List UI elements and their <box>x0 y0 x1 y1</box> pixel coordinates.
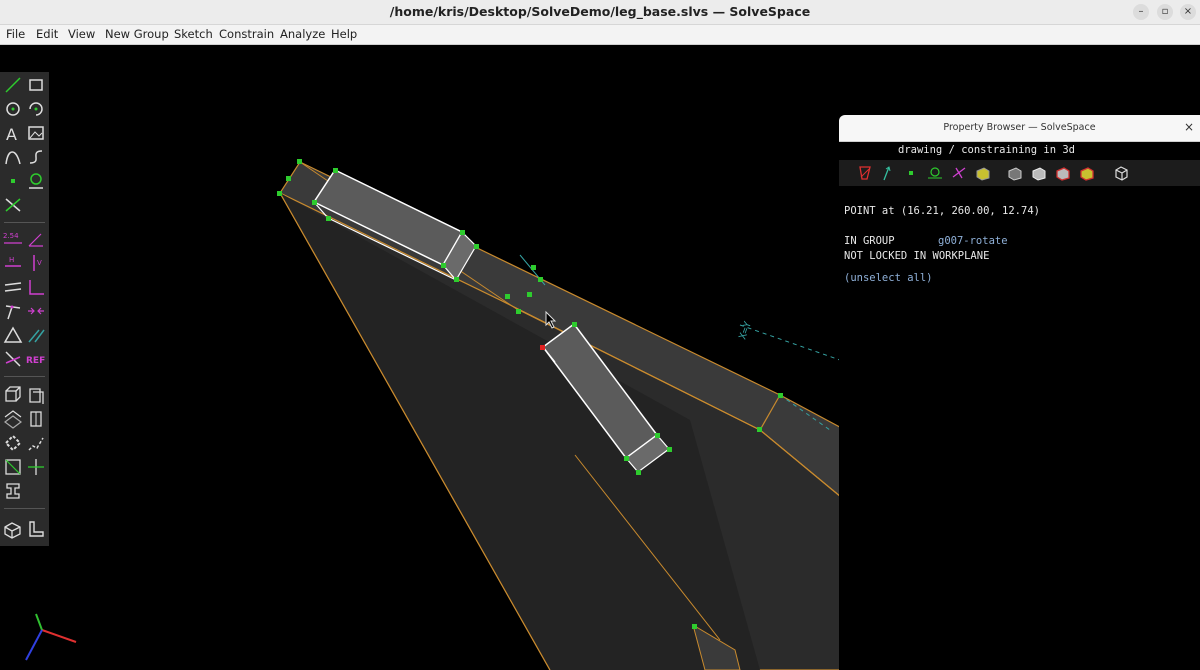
mesh-icon[interactable] <box>1055 165 1071 181</box>
workplane-icon[interactable] <box>25 170 47 192</box>
menu-view[interactable]: View <box>68 27 95 41</box>
assemble-icon[interactable] <box>2 480 24 502</box>
maximize-button[interactable]: ▫ <box>1157 4 1173 20</box>
construction-line-2 <box>739 324 841 361</box>
arc-icon[interactable] <box>25 98 47 120</box>
constraint-label-xy: X=Y <box>737 320 754 341</box>
distance-constraint-icon[interactable]: 2.54 <box>2 228 24 250</box>
toolbar-separator <box>4 222 45 223</box>
text-icon[interactable]: A <box>2 122 24 144</box>
image-icon[interactable] <box>25 122 47 144</box>
toolbar-separator <box>4 376 45 377</box>
normals-icon[interactable] <box>879 165 895 181</box>
rectangle-icon[interactable] <box>25 74 47 96</box>
visibility-toolbar <box>839 160 1200 186</box>
midpoint-icon[interactable] <box>25 300 47 322</box>
svg-text:2.54: 2.54 <box>3 232 19 240</box>
helix-icon[interactable] <box>2 432 24 454</box>
hover-point <box>540 345 545 350</box>
unselect-all-link[interactable]: (unselect all) <box>844 272 933 284</box>
revolve-icon[interactable] <box>25 432 47 454</box>
hidden-lines-icon[interactable] <box>1079 165 1095 181</box>
step-translate-icon[interactable] <box>2 408 24 430</box>
point-coordinates: POINT at (16.21, 260.00, 12.74) <box>844 205 1040 217</box>
workplane-status: NOT LOCKED IN WORKPLANE <box>844 250 990 262</box>
circle-icon[interactable] <box>2 98 24 120</box>
vertical-constraint-icon[interactable]: V <box>25 252 47 274</box>
workplanes-icon[interactable] <box>927 165 943 181</box>
property-browser-close-button[interactable]: × <box>1184 120 1194 134</box>
property-browser-titlebar: Property Browser — SolveSpace × <box>839 115 1200 142</box>
reference-icon[interactable]: REF <box>25 348 47 370</box>
point-icon[interactable] <box>2 170 24 192</box>
workplane-group-icon[interactable] <box>2 456 24 478</box>
menu-new-group[interactable]: New Group <box>105 27 169 41</box>
sketch-in-workplane-icon[interactable] <box>25 456 47 478</box>
construction-icon[interactable] <box>951 165 967 181</box>
faces-icon[interactable] <box>975 165 991 181</box>
close-button[interactable]: × <box>1180 4 1196 20</box>
symmetric-icon[interactable] <box>25 324 47 346</box>
left-toolbar: A 2.54 H V REF <box>0 72 49 546</box>
angle-constraint-icon[interactable] <box>25 228 47 250</box>
spline-icon[interactable] <box>25 146 47 168</box>
svg-text:REF: REF <box>26 356 45 366</box>
menu-bar: File Edit View New Group Sketch Constrai… <box>0 25 1200 45</box>
axis-triad <box>25 613 77 661</box>
menu-help[interactable]: Help <box>331 27 357 41</box>
window-titlebar: /home/kris/Desktop/SolveDemo/leg_base.sl… <box>0 0 1200 25</box>
horizontal-constraint-icon[interactable]: H <box>2 252 24 274</box>
nearest-ortho-view-icon[interactable] <box>25 518 47 540</box>
group-label: IN GROUP <box>844 235 895 247</box>
constraints-visible-icon[interactable] <box>857 165 873 181</box>
perspective-icon[interactable] <box>1113 165 1129 181</box>
step-rotate-icon[interactable] <box>25 408 47 430</box>
property-browser-title: Property Browser — SolveSpace <box>943 122 1096 133</box>
minimize-button[interactable]: – <box>1133 4 1149 20</box>
menu-analyze[interactable]: Analyze <box>280 27 325 41</box>
sketch-in-3d-icon[interactable] <box>2 518 24 540</box>
svg-text:V: V <box>37 259 42 267</box>
outlines-icon[interactable] <box>1031 165 1047 181</box>
bezier-icon[interactable] <box>2 146 24 168</box>
group-link[interactable]: g007-rotate <box>938 235 1008 247</box>
line-icon[interactable] <box>2 74 24 96</box>
menu-constrain[interactable]: Constrain <box>219 27 274 41</box>
mode-label: drawing / constraining in 3d <box>898 144 1076 156</box>
equal-icon[interactable] <box>2 324 24 346</box>
parallel-constraint-icon[interactable] <box>2 276 24 298</box>
points-icon[interactable] <box>903 165 919 181</box>
menu-edit[interactable]: Edit <box>36 27 58 41</box>
toolbar-separator <box>4 508 45 509</box>
svg-text:A: A <box>6 125 17 144</box>
on-point-icon[interactable] <box>2 300 24 322</box>
svg-text:H: H <box>9 256 14 264</box>
perpendicular-constraint-icon[interactable] <box>25 276 47 298</box>
extrude-icon[interactable] <box>2 384 24 406</box>
reference-toggle-icon[interactable] <box>2 348 24 370</box>
edges-icon[interactable] <box>1007 165 1023 181</box>
split-icon[interactable] <box>2 194 24 216</box>
menu-file[interactable]: File <box>6 27 25 41</box>
property-browser: Property Browser — SolveSpace × drawing … <box>839 115 1200 670</box>
lathe-icon[interactable] <box>25 384 47 406</box>
window-title: /home/kris/Desktop/SolveDemo/leg_base.sl… <box>389 4 811 19</box>
menu-sketch[interactable]: Sketch <box>174 27 213 41</box>
